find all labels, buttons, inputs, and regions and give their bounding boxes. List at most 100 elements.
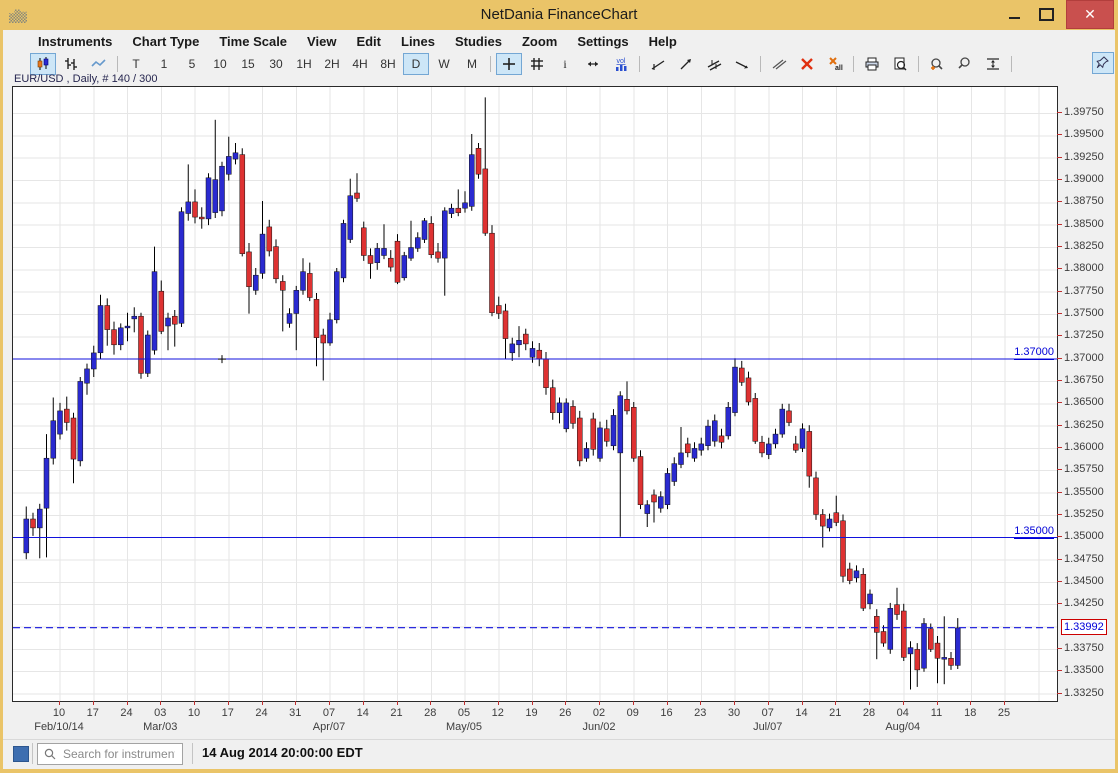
time-tick	[1004, 701, 1005, 705]
price-tick	[1057, 536, 1062, 537]
price-axis-label: 1.34500	[1064, 575, 1104, 587]
time-tick	[903, 701, 904, 705]
close-button[interactable]: ✕	[1066, 0, 1114, 29]
price-axis[interactable]: 1.33992 1.397501.395001.392501.390001.38…	[1056, 86, 1115, 700]
trendline-arrow-button[interactable]	[673, 53, 699, 75]
zoom-in-icon	[929, 56, 945, 72]
fit-vertical-icon	[985, 56, 1001, 72]
menu-help[interactable]: Help	[639, 32, 687, 52]
price-tick	[1057, 559, 1062, 560]
horizontal-expand-button[interactable]	[580, 53, 606, 75]
price-axis-label: 1.39500	[1064, 128, 1104, 140]
interval-button-30[interactable]: 30	[263, 53, 289, 75]
delete-all-button[interactable]: all	[822, 53, 848, 75]
svg-text:i: i	[563, 57, 567, 71]
status-separator	[192, 743, 193, 764]
svg-text:all: all	[835, 65, 843, 72]
interval-button-1h[interactable]: 1H	[291, 53, 317, 75]
interval-button-4h[interactable]: 4H	[347, 53, 373, 75]
interval-button-2h[interactable]: 2H	[319, 53, 345, 75]
instrument-search-box[interactable]	[37, 743, 183, 765]
print-button[interactable]	[859, 53, 885, 75]
info-button[interactable]: i	[552, 53, 578, 75]
ray-arrow-button[interactable]	[729, 53, 755, 75]
ohlc-bars-button[interactable]	[58, 53, 84, 75]
interval-button-d[interactable]: D	[403, 53, 429, 75]
fit-vertical-button[interactable]	[980, 53, 1006, 75]
print-icon	[864, 56, 880, 72]
price-axis-label: 1.33750	[1064, 642, 1104, 654]
interval-button-t[interactable]: T	[123, 53, 149, 75]
price-tick	[1057, 335, 1062, 336]
time-axis[interactable]: 1017240310172431071421280512192602091623…	[12, 701, 1056, 735]
price-tick	[1057, 469, 1062, 470]
price-axis-label: 1.37000	[1064, 352, 1104, 364]
month-axis-label: Aug/04	[868, 721, 938, 733]
candlestick-chart-icon	[35, 56, 51, 72]
menu-zoom[interactable]: Zoom	[512, 32, 567, 52]
price-axis-label: 1.35750	[1064, 463, 1104, 475]
ohlc-bars-icon	[63, 56, 79, 72]
search-input[interactable]	[61, 746, 177, 762]
horizontal-line-label-1[interactable]: 1.37000	[1014, 346, 1054, 360]
menu-time-scale[interactable]: Time Scale	[209, 32, 297, 52]
print-preview-button[interactable]	[887, 53, 913, 75]
price-tick	[1057, 603, 1062, 604]
month-axis-label: May/05	[429, 721, 499, 733]
interval-button-1[interactable]: 1	[151, 53, 177, 75]
interval-button-8h[interactable]: 8H	[375, 53, 401, 75]
interval-button-w[interactable]: W	[431, 53, 457, 75]
menu-studies[interactable]: Studies	[445, 32, 512, 52]
zoom-out-button[interactable]	[952, 53, 978, 75]
svg-text:vol: vol	[617, 58, 626, 65]
price-tick	[1057, 425, 1062, 426]
price-axis-label: 1.37750	[1064, 285, 1104, 297]
time-tick	[262, 701, 263, 705]
line-chart-icon	[91, 56, 107, 72]
delete-button[interactable]	[794, 53, 820, 75]
candlestick-chart	[13, 87, 1057, 701]
interval-button-15[interactable]: 15	[235, 53, 261, 75]
parallel-lines-icon	[771, 56, 787, 72]
price-axis-label: 1.33500	[1064, 664, 1104, 676]
price-axis-label: 1.36500	[1064, 396, 1104, 408]
current-price-label: 1.33992	[1061, 619, 1107, 635]
menu-settings[interactable]: Settings	[567, 32, 638, 52]
price-axis-label: 1.37250	[1064, 329, 1104, 341]
grid-icon	[529, 56, 545, 72]
time-tick	[565, 701, 566, 705]
menu-view[interactable]: View	[297, 32, 346, 52]
toolbar-separator	[639, 56, 640, 72]
horizontal-line-label-2[interactable]: 1.35000	[1014, 525, 1054, 539]
grid-button[interactable]	[524, 53, 550, 75]
month-axis-label: Jul/07	[733, 721, 803, 733]
chart-instrument-label: EUR/USD , Daily, # 140 / 300	[14, 73, 157, 85]
candlestick-chart-button[interactable]	[30, 53, 56, 75]
interval-button-10[interactable]: 10	[207, 53, 233, 75]
price-tick	[1057, 291, 1062, 292]
parallel-channel-button[interactable]	[701, 53, 727, 75]
interval-button-m[interactable]: M	[459, 53, 485, 75]
time-tick	[397, 701, 398, 705]
volume-button[interactable]: vol	[608, 53, 634, 75]
time-tick	[464, 701, 465, 705]
menu-bar: InstrumentsChart TypeTime ScaleViewEditL…	[28, 32, 687, 52]
price-axis-label: 1.36000	[1064, 441, 1104, 453]
menu-chart-type[interactable]: Chart Type	[122, 32, 209, 52]
crosshair-button[interactable]	[496, 53, 522, 75]
line-chart-button[interactable]	[86, 53, 112, 75]
interval-button-5[interactable]: 5	[179, 53, 205, 75]
menu-instruments[interactable]: Instruments	[28, 32, 122, 52]
trendline-button[interactable]	[645, 53, 671, 75]
menu-edit[interactable]: Edit	[346, 32, 391, 52]
menu-lines[interactable]: Lines	[391, 32, 445, 52]
chart-plot-area[interactable]: 1.37000 1.35000	[12, 86, 1058, 702]
last-update-timestamp: 14 Aug 2014 20:00:00 EDT	[202, 745, 363, 760]
parallel-lines-button[interactable]	[766, 53, 792, 75]
horizontal-expand-icon	[585, 56, 601, 72]
pin-button[interactable]	[1092, 52, 1114, 74]
maximize-button[interactable]	[1031, 3, 1061, 25]
minimize-button[interactable]	[999, 3, 1029, 25]
zoom-in-button[interactable]	[924, 53, 950, 75]
time-tick	[869, 701, 870, 705]
